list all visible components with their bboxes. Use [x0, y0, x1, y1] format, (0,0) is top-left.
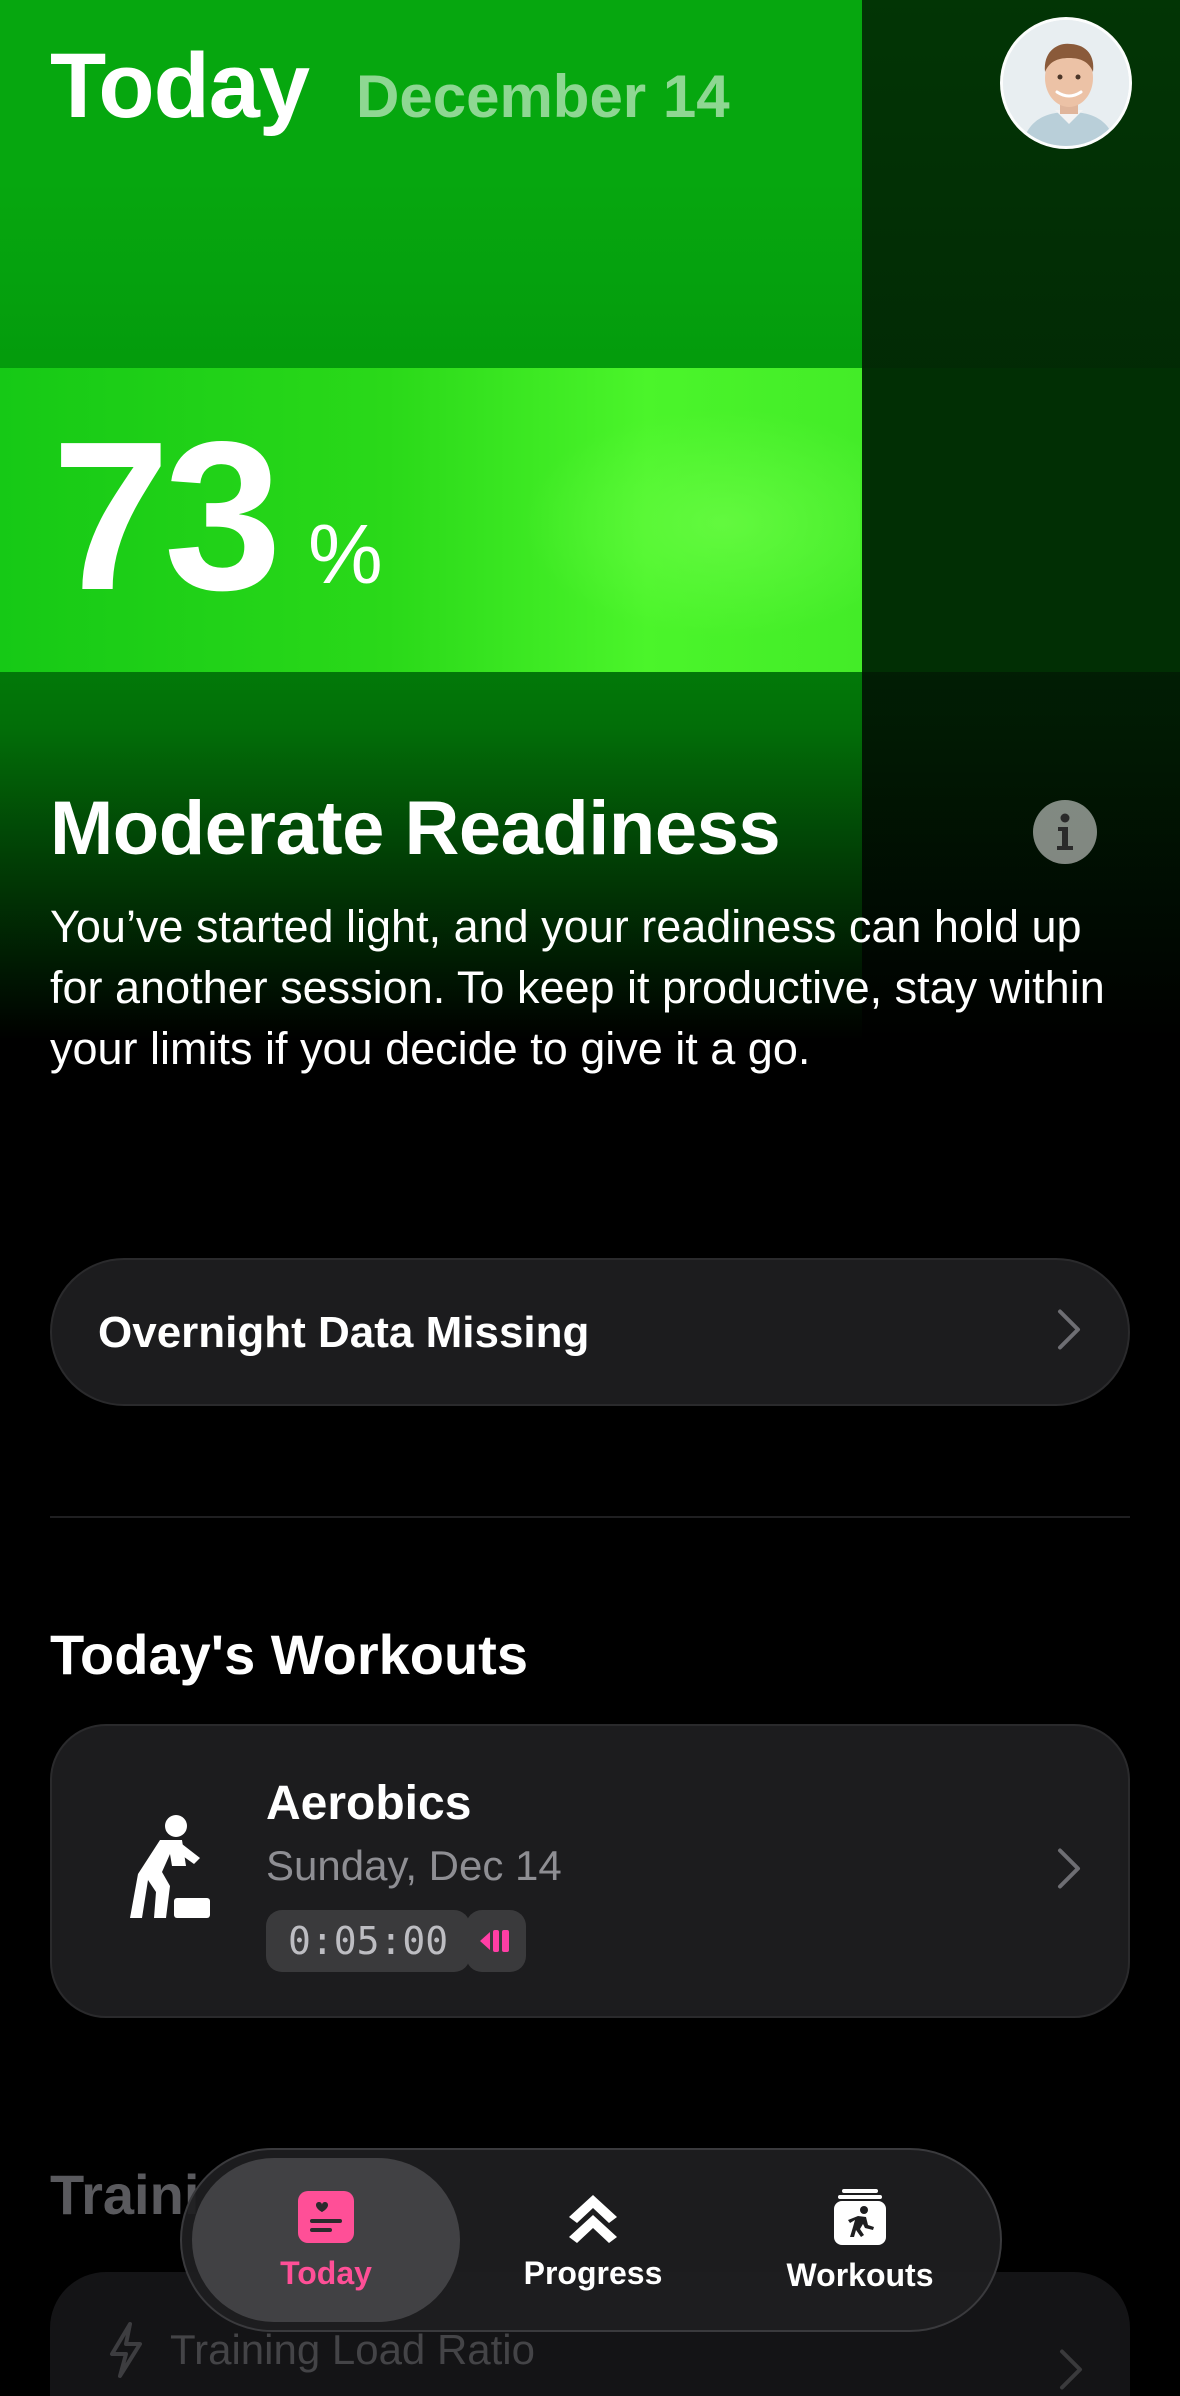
readiness-band-shadow [862, 368, 1180, 672]
tab-progress[interactable]: Progress [459, 2158, 727, 2322]
tab-today[interactable]: Today [192, 2158, 460, 2322]
tab-workouts-label: Workouts [786, 2256, 934, 2293]
chevron-right-icon [1056, 1308, 1082, 1357]
bolt-icon [106, 2322, 146, 2383]
readiness-status-title: Moderate Readiness [50, 786, 781, 871]
today-heart-icon [298, 2190, 354, 2243]
workout-card[interactable]: Aerobics Sunday, Dec 14 0:05:00 [50, 1724, 1130, 2018]
chevron-right-icon [1056, 1847, 1082, 1896]
today-screen: Today December 14 73 % Moderate Readines… [0, 0, 1180, 2396]
training-load-label: Training Load Ratio [170, 2326, 535, 2373]
training-section-title: Traini [50, 2163, 200, 2226]
workouts-section-title: Today's Workouts [50, 1623, 528, 1686]
profile-avatar[interactable] [1000, 17, 1132, 149]
tab-workouts[interactable]: Workouts [726, 2158, 994, 2322]
tab-today-label: Today [280, 2254, 372, 2291]
readiness-percent-sign: % [308, 507, 383, 601]
chevron-right-icon [1058, 2348, 1084, 2396]
workout-date: Sunday, Dec 14 [266, 1842, 562, 1889]
page-date: December 14 [356, 63, 730, 130]
avatar-photo-icon [1003, 20, 1129, 146]
readiness-description: You’ve started light, and your readiness… [50, 901, 1105, 1074]
step-aerobics-icon [124, 1814, 214, 1929]
workout-name: Aerobics [266, 1777, 472, 1830]
progress-chevrons-icon [569, 2194, 617, 2243]
overnight-data-card[interactable]: Overnight Data Missing [50, 1258, 1130, 1406]
workout-duration: 0:05:00 [266, 1910, 471, 1972]
bottom-tab-bar: Today Progress Workouts [180, 2148, 1002, 2332]
readiness-percent: 73 [52, 397, 282, 634]
tab-progress-label: Progress [523, 2254, 663, 2291]
page-title: Today [50, 35, 310, 137]
section-divider [50, 1516, 1130, 1518]
intensity-bars-icon [466, 1910, 526, 1972]
info-icon[interactable] [1033, 800, 1097, 864]
workouts-runner-icon [834, 2188, 886, 2245]
overnight-data-label: Overnight Data Missing [98, 1308, 590, 1357]
